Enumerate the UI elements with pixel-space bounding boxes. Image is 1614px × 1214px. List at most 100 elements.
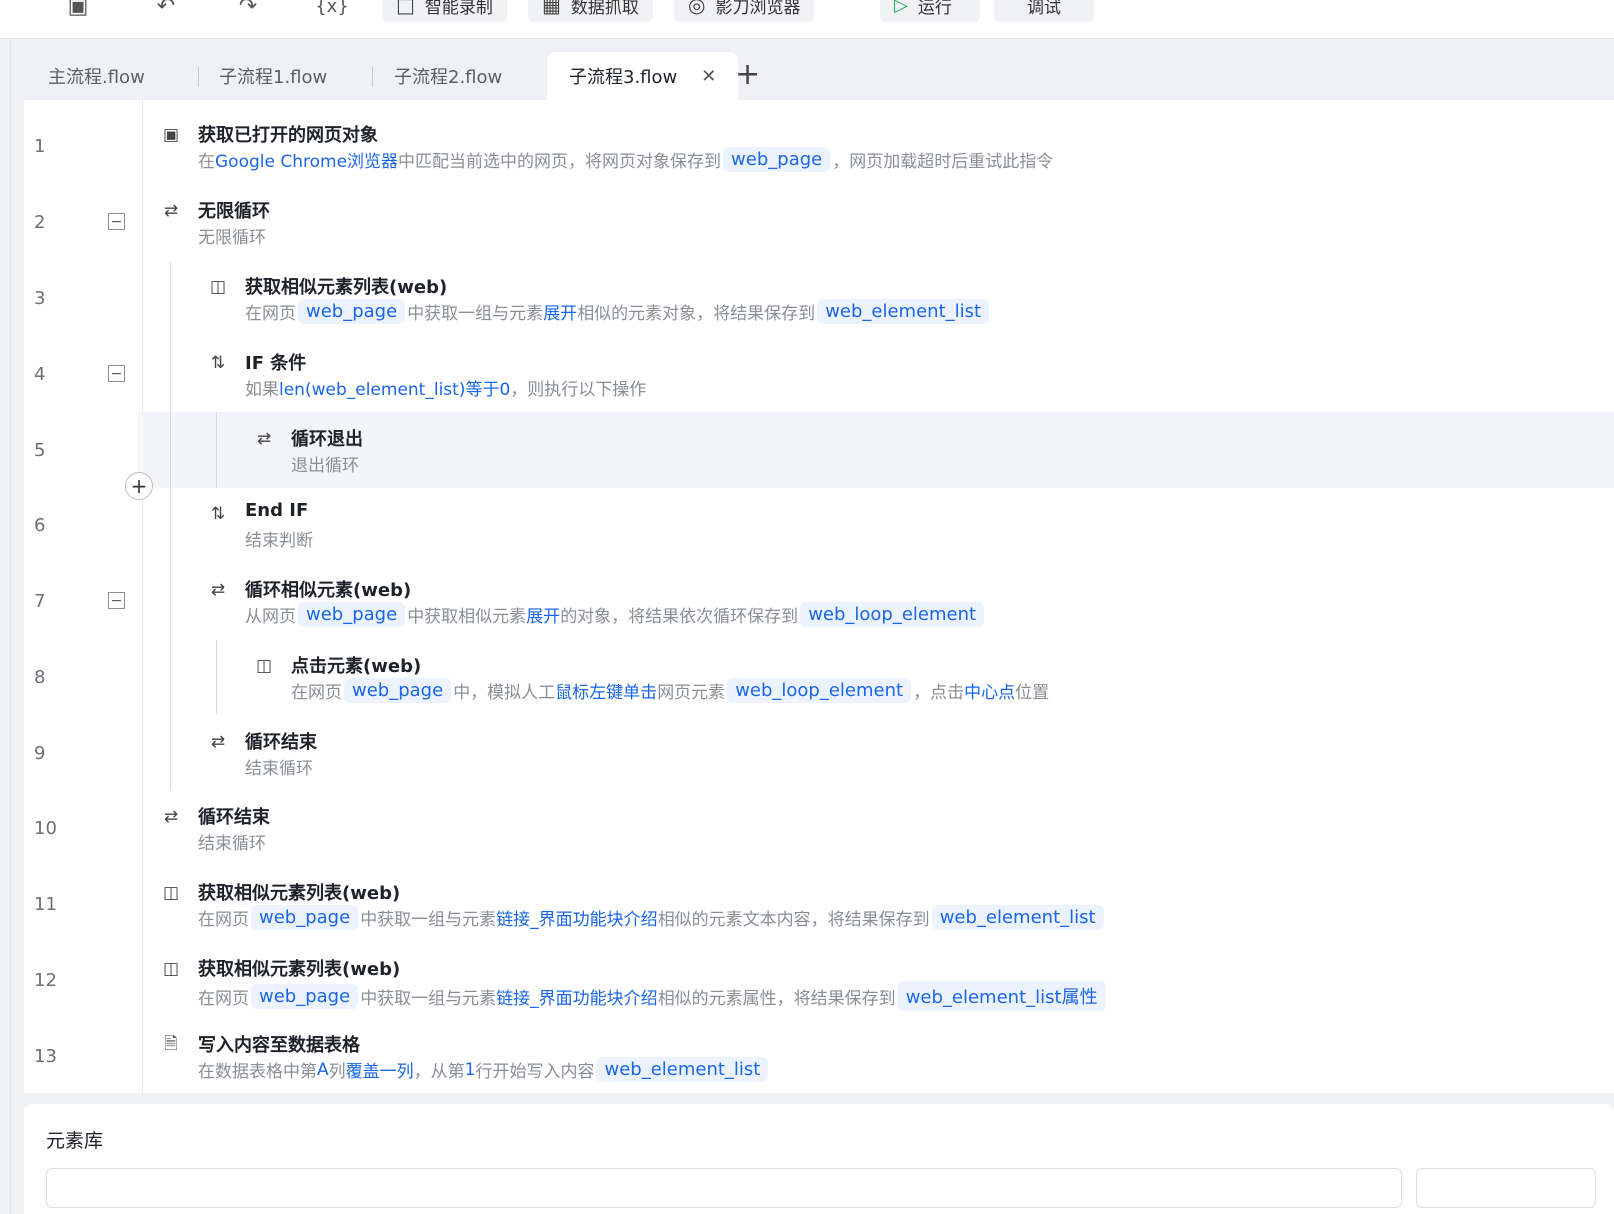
parameter-link: 展开: [526, 607, 561, 627]
browser-label: 影刀浏览器: [715, 0, 801, 18]
step-title: 循环结束: [198, 807, 270, 828]
browser-button[interactable]: ◎ 影刀浏览器: [674, 0, 815, 22]
step-title: 无限循环: [198, 201, 270, 222]
add-step-button[interactable]: +: [125, 472, 153, 500]
browser-icon: ◎: [688, 0, 706, 17]
collapse-toggle[interactable]: −: [108, 365, 125, 382]
variable-chip[interactable]: web_element_list: [817, 299, 990, 324]
tab-subflow-3[interactable]: 子流程3.flow ✕: [547, 52, 739, 100]
tab-label: 主流程.flow: [48, 67, 145, 88]
line-number: 7: [34, 591, 46, 612]
step-title: IF 条件: [245, 353, 307, 374]
element-list-icon: ◫: [209, 277, 227, 297]
step-title: 获取相似元素列表(web): [198, 959, 401, 980]
description-text: 位置: [1015, 683, 1050, 703]
variable-chip[interactable]: web_loop_element: [727, 678, 912, 703]
variable-icon[interactable]: {x}: [315, 0, 349, 20]
variable-chip[interactable]: web_page: [344, 678, 452, 703]
step-description: 在网页 web_page 中获取一组与元素 链接_界面功能块介绍 相似的元素文本内容，将…: [198, 905, 1106, 930]
description-text: 中获取一组与元素: [360, 910, 497, 930]
video-icon: □: [396, 0, 415, 17]
indent-guide: [170, 262, 171, 790]
description-text: 中匹配当前选中的网页，将网页对象保存到: [398, 152, 722, 172]
save-icon[interactable]: ▣: [64, 0, 92, 20]
parameter-link: len(web_element_list)等于0: [279, 380, 511, 400]
redo-icon[interactable]: ↷: [234, 0, 262, 20]
variable-chip[interactable]: web_page: [251, 905, 359, 930]
description-text: 在: [198, 152, 215, 172]
step-title: 循环退出: [291, 429, 363, 450]
step-description: 在数据表格中第 A 列覆盖一列 ，从第 1 行开始写入内容 web_element_list: [198, 1057, 770, 1082]
description-text: 在网页: [198, 988, 249, 1009]
step-description: 如果 len(web_element_list)等于0 ，则执行以下操作: [245, 375, 646, 400]
description-text: ，则执行以下操作: [510, 380, 647, 400]
undo-icon[interactable]: ↶: [152, 0, 180, 20]
loop-element-icon: ⇄: [210, 580, 226, 600]
debug-button[interactable]: 调试: [994, 0, 1094, 22]
step-description: 结束循环: [198, 829, 266, 854]
variable-chip[interactable]: web_element_list属性: [897, 981, 1106, 1011]
description-text: 如果: [245, 380, 279, 400]
parameter-link: 链接_界面功能块介绍: [496, 988, 658, 1009]
description-text: 的对象，将结果依次循环保存到: [560, 607, 799, 627]
step-title: 循环相似元素(web): [245, 580, 412, 601]
step-description: 在 Google Chrome浏览器 中匹配当前选中的网页，将网页对象保存到 web_…: [198, 147, 1053, 172]
element-library-title: 元素库: [46, 1130, 104, 1152]
end-if-icon: ⇅: [210, 504, 226, 524]
variable-chip[interactable]: web_element_list: [931, 905, 1104, 930]
collapse-toggle[interactable]: −: [108, 592, 125, 609]
tab-divider: [372, 67, 373, 87]
variable-chip[interactable]: web_loop_element: [800, 602, 985, 627]
indent-guide: [216, 640, 217, 714]
variable-chip[interactable]: web_element_list: [596, 1057, 769, 1082]
step-description: 结束判断: [245, 526, 313, 551]
step-title: 循环结束: [245, 732, 317, 753]
step-description: 在网页 web_page 中，模拟人工 鼠标左键单击 网页元素 web_loop_elem…: [291, 678, 1049, 703]
tab-label: 子流程2.flow: [394, 67, 503, 88]
step-description: 在网页 web_page 中获取一组与元素 展开 相似的元素对象，将结果保存到 web_e…: [245, 299, 991, 324]
close-icon[interactable]: ✕: [701, 66, 716, 87]
left-divider: [10, 38, 11, 1214]
tab-subflow-1[interactable]: 子流程1.flow: [219, 52, 327, 100]
step-title: 获取相似元素列表(web): [198, 883, 401, 904]
variable-chip[interactable]: web_page: [298, 602, 406, 627]
variable-chip[interactable]: web_page: [723, 147, 831, 172]
description-text: 网页元素: [657, 683, 726, 703]
parameter-link: 覆盖一列: [345, 1062, 414, 1082]
parameter-link: 展开: [543, 304, 578, 324]
line-number: 3: [34, 288, 46, 309]
collapse-toggle[interactable]: −: [108, 213, 125, 230]
description-text: 结束循环: [198, 834, 266, 854]
description-text: 中，模拟人工: [453, 683, 556, 703]
description-text: 列: [328, 1062, 346, 1082]
description-text: 在网页: [245, 304, 296, 324]
tab-subflow-2[interactable]: 子流程2.flow: [394, 52, 502, 100]
smart-record-button[interactable]: □ 智能录制: [382, 0, 507, 22]
line-number: 1: [34, 136, 46, 157]
tab-main-flow[interactable]: 主流程.flow: [48, 52, 145, 100]
description-text: ，从第: [413, 1062, 465, 1082]
element-library-search[interactable]: [46, 1168, 1402, 1208]
variable-chip[interactable]: web_page: [298, 299, 406, 324]
flow-editor: 1 2 3 4 5 6 7 8 9 10 11 12 13 − − − + ▣ …: [24, 100, 1614, 1093]
run-button[interactable]: ▷ 运行: [880, 0, 980, 22]
step-description: 在网页 web_page 中获取一组与元素 链接_界面功能块介绍 相似的元素属性，将结果…: [198, 981, 1108, 1011]
play-icon: ▷: [894, 0, 908, 16]
if-icon: ⇅: [210, 353, 226, 373]
variable-chip[interactable]: web_page: [251, 983, 359, 1009]
webpage-icon: ▣: [162, 125, 180, 145]
line-number: 6: [34, 515, 46, 536]
element-library-action[interactable]: [1416, 1168, 1596, 1208]
description-text: 结束循环: [245, 759, 313, 779]
step-description: 结束循环: [245, 754, 313, 779]
description-text: 在网页: [291, 683, 342, 703]
add-tab-icon[interactable]: +: [735, 60, 760, 90]
parameter-link: Google Chrome浏览器: [215, 152, 399, 172]
tab-divider: [198, 67, 199, 87]
description-text: 在网页: [198, 910, 249, 930]
description-text: 无限循环: [198, 228, 266, 248]
description-text: 在数据表格中第: [198, 1062, 317, 1082]
data-capture-button[interactable]: ▦ 数据抓取: [528, 0, 653, 22]
smart-record-label: 智能录制: [424, 0, 493, 18]
step-description: 无限循环: [198, 223, 266, 248]
